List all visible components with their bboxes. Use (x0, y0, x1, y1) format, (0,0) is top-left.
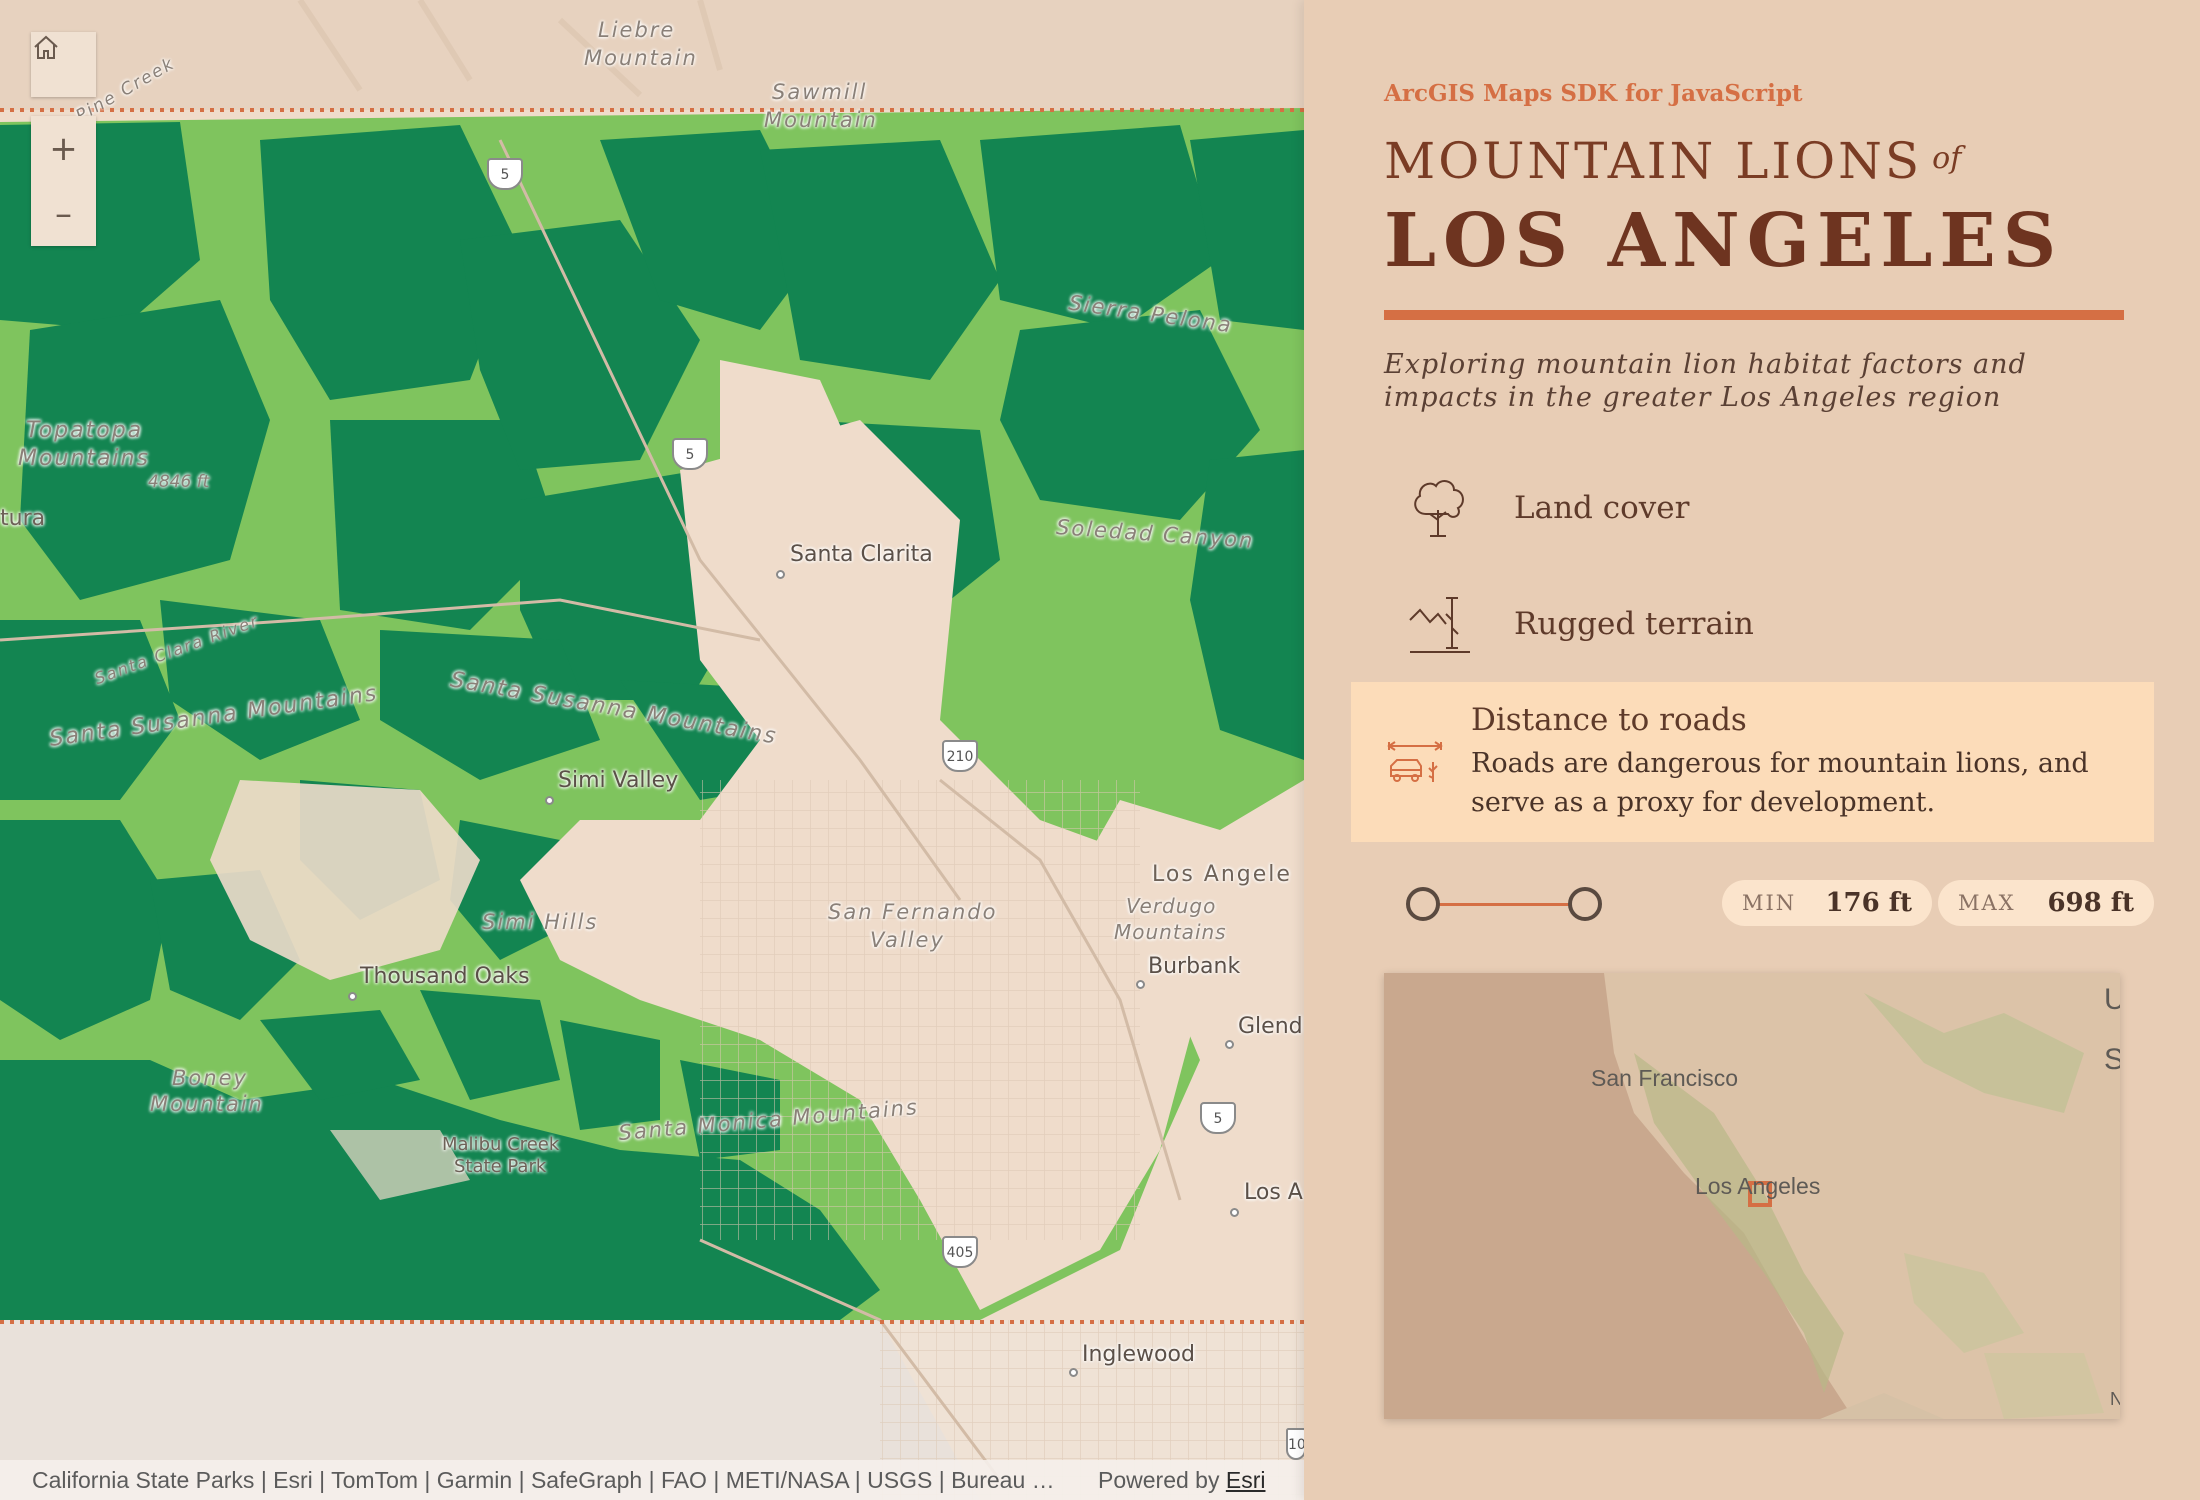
map-label-topatopa-2: Mountains (18, 446, 150, 471)
map-label-sfv: San Fernando (828, 900, 998, 924)
min-label: MIN (1742, 891, 1797, 915)
terrain-icon (1409, 597, 1470, 653)
overview-label-s: S (2104, 1043, 2120, 1076)
car-distance-icon (1387, 741, 1443, 782)
slider-max-thumb[interactable] (1568, 887, 1602, 921)
zoom-out-button[interactable]: – (31, 181, 96, 246)
map-label-elevation: 4846 ft (148, 472, 210, 492)
overview-label-los-angeles: Los Angeles (1695, 1173, 1821, 1199)
max-value-badge: MAX 698 ft (1938, 880, 2154, 926)
map-view[interactable]: Liebre Mountain Sawmill Mountain Pine Cr… (0, 0, 1304, 1500)
city-point-burbank (1136, 980, 1145, 989)
sdk-label: ArcGIS Maps SDK for JavaScript (1384, 80, 1803, 107)
home-button[interactable] (31, 32, 96, 97)
title-line-1: MOUNTAIN LIONS of (1384, 132, 1961, 190)
esri-link[interactable]: Esri (1226, 1467, 1266, 1493)
highway-shield-i405: 405 (942, 1236, 978, 1268)
map-label-sawmill-2: Mountain (764, 108, 878, 132)
slider-track (1424, 903, 1588, 906)
habitat-map-canvas (0, 0, 1304, 1500)
map-label-los-angeles-edge-2: Los A (1244, 1180, 1303, 1205)
overview-label-u: U (2104, 983, 2120, 1016)
overview-map[interactable]: San Francisco Los Angeles U S N (1384, 973, 2120, 1419)
factor-distance-to-roads[interactable]: Distance to roads Roads are dangerous fo… (1351, 682, 2154, 842)
map-label-liebre-2: Mountain (584, 46, 698, 70)
map-label-glendale-edge: Glend (1238, 1014, 1303, 1039)
tree-icon (1414, 480, 1464, 537)
factor-title: Distance to roads (1471, 702, 1747, 738)
map-label-boney: Boney (172, 1066, 248, 1090)
city-point-los-angeles (1230, 1208, 1239, 1217)
factor-rugged-terrain[interactable]: Rugged terrain (1384, 590, 2124, 658)
map-label-verdugo-2: Mountains (1114, 920, 1227, 944)
min-value: 176 ft (1825, 888, 1912, 918)
max-label: MAX (1958, 891, 2016, 915)
map-label-inglewood: Inglewood (1082, 1342, 1195, 1367)
powered-by-label: Powered by Esri (1098, 1466, 1266, 1493)
highway-shield-i5: 5 (1200, 1102, 1236, 1134)
map-label-malibu-creek: Malibu Creek (442, 1134, 560, 1155)
highway-shield-i10: 10 (1286, 1428, 1304, 1460)
map-label-ventura-edge: tura (0, 506, 46, 531)
factor-land-cover[interactable]: Land cover (1384, 474, 2124, 542)
title-mountain-lions: MOUNTAIN LIONS (1384, 132, 1923, 190)
map-label-malibu-creek-2: State Park (454, 1156, 547, 1177)
title-rule (1384, 310, 2124, 320)
map-label-simi-hills: Simi Hills (482, 910, 599, 934)
story-panel: ArcGIS Maps SDK for JavaScript MOUNTAIN … (1304, 0, 2200, 1500)
distance-range-slider[interactable] (1406, 884, 1606, 924)
map-label-verdugo: Verdugo (1126, 894, 1217, 918)
factor-label: Land cover (1514, 490, 1690, 526)
title-line-2: LOS ANGELES (1384, 198, 2064, 284)
map-label-simi-valley: Simi Valley (558, 768, 679, 793)
title-of: of (1932, 141, 1962, 176)
city-point-santa-clarita (776, 570, 785, 579)
map-attribution: California State Parks | Esri | TomTom |… (0, 1460, 1304, 1500)
city-point-glendale (1225, 1040, 1234, 1049)
attribution-text[interactable]: California State Parks | Esri | TomTom |… (0, 1467, 1060, 1494)
map-label-topatopa: Topatopa (26, 418, 144, 443)
map-label-boney-2: Mountain (150, 1092, 264, 1116)
highway-shield-i210: 210 (942, 740, 978, 772)
map-label-sfv-2: Valley (870, 928, 945, 952)
map-label-los-angeles-edge: Los Angele (1152, 862, 1292, 887)
zoom-control: + – (31, 116, 96, 246)
highway-shield-i5: 5 (487, 158, 523, 190)
map-label-thousand-oaks: Thousand Oaks (360, 964, 530, 989)
map-label-sawmill: Sawmill (772, 80, 868, 104)
city-point-inglewood (1069, 1368, 1078, 1377)
map-label-liebre: Liebre (598, 18, 676, 42)
home-icon (34, 35, 58, 59)
map-label-santa-clarita: Santa Clarita (790, 542, 933, 567)
overview-label-san-francisco: San Francisco (1591, 1065, 1739, 1091)
map-label-burbank: Burbank (1148, 954, 1241, 979)
highway-shield-i5: 5 (672, 438, 708, 470)
slider-min-thumb[interactable] (1406, 887, 1440, 921)
max-value: 698 ft (2047, 888, 2134, 918)
city-point-thousand-oaks (348, 992, 357, 1001)
zoom-in-button[interactable]: + (31, 116, 96, 181)
overview-label-n: N (2110, 1389, 2120, 1409)
factor-description: Roads are dangerous for mountain lions, … (1471, 748, 2089, 818)
subtitle: Exploring mountain lion habitat factors … (1384, 349, 2027, 413)
city-point-simi-valley (545, 796, 554, 805)
factor-label: Rugged terrain (1514, 606, 1754, 642)
min-value-badge: MIN 176 ft (1722, 880, 1932, 926)
